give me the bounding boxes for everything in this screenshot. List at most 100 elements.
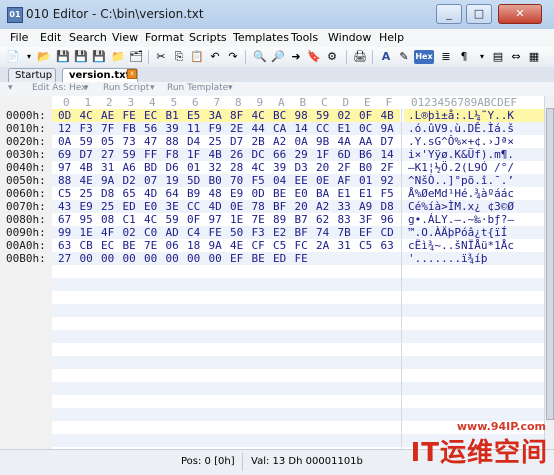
hex-byte[interactable]: 4C xyxy=(252,161,265,174)
hex-byte[interactable]: 3A xyxy=(209,109,222,122)
char-set-icon[interactable]: ≣ xyxy=(438,49,454,65)
hex-byte[interactable]: F9 xyxy=(209,122,222,135)
hex-byte[interactable]: E2 xyxy=(273,226,286,239)
ascii-text[interactable]: Cé%íà>ÌM.x¿ ¢3©Ø xyxy=(408,200,514,213)
hex-byte[interactable]: 63 xyxy=(381,239,394,252)
hex-byte[interactable]: EF xyxy=(230,252,243,265)
ascii-text[interactable]: .ó.ûV9.ù.DÊ.Ìá.š xyxy=(408,122,514,135)
ascii-text[interactable]: .L®þì±å:.L¼˜Y..K xyxy=(408,109,514,122)
hex-editor[interactable]: 0123456789ABCDEF 0123456789ABCDEF 0000h:… xyxy=(0,96,548,449)
hex-byte[interactable]: 2F xyxy=(381,161,394,174)
hex-byte[interactable]: 18 xyxy=(187,239,200,252)
hex-byte[interactable]: 05 xyxy=(101,135,114,148)
hex-byte[interactable]: 3E xyxy=(166,200,179,213)
hex-byte[interactable]: F3 xyxy=(80,122,93,135)
hex-byte[interactable]: 39 xyxy=(273,161,286,174)
hex-byte[interactable]: E5 xyxy=(187,109,200,122)
paragraph-icon[interactable]: ¶ xyxy=(456,49,472,65)
ascii-text[interactable]: Å%ØeMd¹Hé.¾àºáác xyxy=(408,187,514,200)
hex-byte[interactable]: AA xyxy=(359,135,372,148)
hex-byte[interactable]: 20 xyxy=(316,161,329,174)
collapse-icon[interactable]: ▾ xyxy=(8,83,13,93)
hex-byte[interactable]: 32 xyxy=(209,161,222,174)
hex-byte[interactable]: AD xyxy=(166,226,179,239)
hex-byte[interactable]: CA xyxy=(273,122,286,135)
find-replace-icon[interactable]: 🔎 xyxy=(270,49,286,65)
hex-byte[interactable]: 0F xyxy=(359,109,372,122)
hex-byte[interactable]: 4B xyxy=(381,109,394,122)
hex-byte[interactable]: B6 xyxy=(359,148,372,161)
tab-close-icon[interactable]: x xyxy=(127,69,137,79)
hex-byte[interactable]: 4A xyxy=(338,135,351,148)
ascii-text[interactable]: i×'Yÿø.K&Üf).m¶. xyxy=(408,148,514,161)
hex-byte[interactable]: 74 xyxy=(316,226,329,239)
hex-byte[interactable]: E1 xyxy=(338,122,351,135)
hex-byte[interactable]: 64 xyxy=(166,187,179,200)
hex-byte[interactable]: BF xyxy=(273,200,286,213)
copy-icon[interactable]: ⎘ xyxy=(171,49,187,65)
hex-byte[interactable]: AF xyxy=(338,174,351,187)
hex-byte[interactable]: E9 xyxy=(80,200,93,213)
open-file-icon[interactable]: 📂 xyxy=(36,49,52,65)
hex-byte[interactable]: F3 xyxy=(252,226,265,239)
hex-byte[interactable]: 59 xyxy=(166,213,179,226)
hex-byte[interactable]: FE xyxy=(123,109,136,122)
hex-byte[interactable]: 2A xyxy=(316,239,329,252)
hex-byte[interactable]: C0 xyxy=(144,226,157,239)
minimize-button[interactable]: _ xyxy=(436,4,462,24)
hex-byte[interactable]: EE xyxy=(295,174,308,187)
hex-byte[interactable]: 97 xyxy=(209,213,222,226)
compare-icon[interactable]: ⇔ xyxy=(508,49,524,65)
hex-byte[interactable]: 7E xyxy=(252,213,265,226)
hex-byte[interactable]: 02 xyxy=(338,109,351,122)
hex-byte[interactable]: D8 xyxy=(101,187,114,200)
menu-scripts[interactable]: Scripts xyxy=(189,31,227,44)
hex-byte[interactable]: 7F xyxy=(101,122,114,135)
hex-byte[interactable]: DC xyxy=(252,148,265,161)
hex-byte[interactable]: 9A xyxy=(209,239,222,252)
hex-byte[interactable]: ED xyxy=(273,252,286,265)
hex-byte[interactable]: 88 xyxy=(58,174,71,187)
hex-byte[interactable]: C5 xyxy=(58,187,71,200)
hex-byte[interactable]: D6 xyxy=(166,161,179,174)
tab-startup[interactable]: Startup xyxy=(8,68,56,82)
save-copy-icon[interactable]: 💾 xyxy=(91,49,107,65)
hex-byte[interactable]: E1 xyxy=(359,187,372,200)
hex-byte[interactable]: BE xyxy=(123,239,136,252)
run-template-dropdown[interactable]: Run Template xyxy=(167,83,228,93)
hex-byte[interactable]: 19 xyxy=(166,174,179,187)
hex-byte[interactable]: 31 xyxy=(338,239,351,252)
save-all-icon[interactable]: 💾 xyxy=(73,49,89,65)
run-script-dropdown[interactable]: Run Script xyxy=(103,83,149,93)
ascii-text[interactable]: g•.ÁLY.—.~‰·bƒ?– xyxy=(408,213,514,226)
run-icon[interactable]: ⚙ xyxy=(324,49,340,65)
ascii-text[interactable]: —K1¦½Ö.2(L9Ó /°/ xyxy=(408,161,514,174)
undo-icon[interactable]: ↶ xyxy=(207,49,223,65)
hex-byte[interactable]: 0A xyxy=(58,135,71,148)
hex-byte[interactable]: B1 xyxy=(166,109,179,122)
hex-byte[interactable]: 00 xyxy=(187,252,200,265)
hex-byte[interactable]: 25 xyxy=(209,135,222,148)
new-file-icon[interactable]: 📄 xyxy=(5,49,21,65)
hex-byte[interactable]: F8 xyxy=(166,148,179,161)
hex-byte[interactable]: 96 xyxy=(381,213,394,226)
hex-byte[interactable]: 44 xyxy=(252,122,265,135)
hex-byte[interactable]: 00 xyxy=(101,252,114,265)
hex-byte[interactable]: 4B xyxy=(209,148,222,161)
hex-byte[interactable]: A2 xyxy=(316,200,329,213)
hex-byte[interactable]: 11 xyxy=(187,122,200,135)
hex-byte[interactable]: 56 xyxy=(144,122,157,135)
hex-byte[interactable]: 4C xyxy=(80,109,93,122)
hex-byte[interactable]: 0D xyxy=(58,109,71,122)
hex-byte[interactable]: 4D xyxy=(144,187,157,200)
hex-byte[interactable]: BF xyxy=(295,226,308,239)
hex-byte[interactable]: 3F xyxy=(359,213,372,226)
hex-byte[interactable]: C5 xyxy=(273,239,286,252)
hex-byte[interactable]: CC xyxy=(187,200,200,213)
recent-files-icon[interactable]: 🗂 xyxy=(128,49,144,65)
hex-byte[interactable]: 92 xyxy=(381,174,394,187)
scrollbar-thumb[interactable] xyxy=(546,108,554,420)
menu-templates[interactable]: Templates xyxy=(233,31,289,44)
hex-byte[interactable]: D3 xyxy=(295,161,308,174)
hex-byte[interactable]: 99 xyxy=(58,226,71,239)
